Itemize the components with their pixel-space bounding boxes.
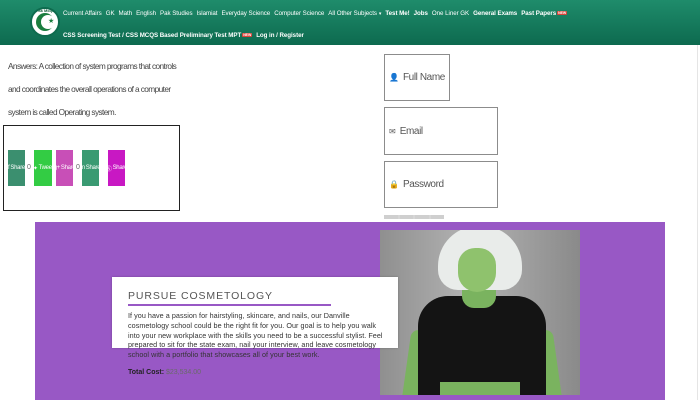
envelope-icon: ✉ xyxy=(389,126,396,136)
nav-link-current-affairs[interactable]: Current Affairs xyxy=(63,10,102,18)
nav-link-label: Log in / Register xyxy=(256,32,304,39)
share-button-label: Share xyxy=(112,165,128,171)
nav-link-label: Islamiat xyxy=(196,10,218,17)
answer-panel: Answers: A collection of system programs… xyxy=(3,48,181,123)
site-logo[interactable]: ★ Pak Mcqs xyxy=(30,7,60,37)
stumbleupon-icon: Ⓢ xyxy=(105,166,112,173)
form-submit-strip[interactable] xyxy=(384,215,444,219)
nav-link-label: Computer Science xyxy=(274,10,325,17)
share-button-facebook[interactable]: f Share xyxy=(8,150,25,186)
share-button-label: Share xyxy=(60,165,76,171)
nav-link-math[interactable]: Math xyxy=(119,10,133,18)
nav-link-label: Jobs xyxy=(413,10,428,17)
promo-model-image xyxy=(380,230,580,395)
email-field[interactable]: ✉ Email xyxy=(384,107,498,155)
nav-link-everyday-science[interactable]: Everyday Science xyxy=(221,10,270,18)
nav-link-all-other-subjects[interactable]: All Other Subjects ▾ xyxy=(328,10,381,18)
nav-link-computer-science[interactable]: Computer Science xyxy=(274,10,324,18)
nav-link-label: English xyxy=(136,10,157,17)
nav-link-label: General Exams xyxy=(473,10,518,17)
linkedin-icon: in xyxy=(80,165,85,171)
share-button-google-plus[interactable]: g+ Share xyxy=(53,150,76,186)
nav-link-css-screening-test-css-mcqs-based-preliminary-test-mpt[interactable]: CSS Screening Test / CSS MCQS Based Prel… xyxy=(63,32,253,40)
promo-title: PURSUE COSMETOLOGY xyxy=(128,290,273,302)
nav-link-label: Current Affairs xyxy=(63,10,102,17)
nav-link-label: All Other Subjects xyxy=(328,10,377,17)
nav-link-label: Past Papers xyxy=(521,10,557,17)
share-button-linkedin[interactable]: in Share xyxy=(80,150,101,186)
nav-link-label: One Liner GK xyxy=(431,10,470,17)
nav-link-gk[interactable]: GK xyxy=(106,10,115,18)
promo-body-text: If you have a passion for hairstyling, s… xyxy=(128,311,383,360)
nav-link-log-in-register[interactable]: Log in / Register xyxy=(256,32,304,40)
page-edge-divider xyxy=(697,45,698,400)
user-icon: 👤 xyxy=(389,73,399,82)
password-placeholder: Password xyxy=(402,179,444,190)
share-button-label: Share xyxy=(85,165,101,171)
nav-link-past-papers[interactable]: Past Papers NEW xyxy=(521,10,568,18)
logo-text: Pak Mcqs xyxy=(35,8,55,13)
share-button-stumbleupon[interactable]: Ⓢ Share xyxy=(105,150,128,186)
nav-link-english[interactable]: English xyxy=(136,10,156,18)
top-nav-bar: ★ Pak Mcqs Current Affairs GK Math English P… xyxy=(0,0,700,45)
nav-menu-secondary: CSS Screening Test / CSS MCQS Based Prel… xyxy=(63,32,308,40)
nav-link-pak-studies[interactable]: Pak Studies xyxy=(160,10,193,18)
answer-description: Answers: A collection of system programs… xyxy=(8,61,177,117)
promo-title-underline xyxy=(128,304,331,306)
nav-link-label: Pak Studies xyxy=(160,10,193,17)
promo-total-cost: Total Cost: $23,534.00 xyxy=(128,369,201,376)
facebook-icon: f xyxy=(8,165,10,171)
twitter-icon: ✦ xyxy=(32,165,38,172)
nav-link-label: Everyday Science xyxy=(221,10,271,17)
nav-link-label: Test Me! xyxy=(385,10,410,17)
password-field[interactable]: 🔒 Password xyxy=(384,161,498,208)
share-count: 0 xyxy=(76,164,80,171)
nav-link-islamiat[interactable]: Islamiat xyxy=(197,10,218,18)
full-name-placeholder: Full Name xyxy=(402,72,445,83)
lock-icon: 🔒 xyxy=(389,180,399,189)
email-placeholder: Email xyxy=(399,125,423,137)
share-button-twitter[interactable]: ✦ Tweet xyxy=(32,150,54,186)
nav-link-test-me[interactable]: Test Me! xyxy=(385,10,409,18)
nav-link-label: Math xyxy=(118,10,133,17)
nav-link-label: GK xyxy=(105,10,115,17)
google-plus-icon: g+ xyxy=(53,165,61,171)
share-button-label: Tweet xyxy=(38,165,54,171)
total-cost-label: Total Cost: xyxy=(128,369,165,376)
nav-link-one-liner-gk[interactable]: One Liner GK xyxy=(432,10,469,18)
total-cost-value: $23,534.00 xyxy=(166,369,202,376)
chevron-down-icon: ▾ xyxy=(378,11,382,17)
new-badge: NEW xyxy=(242,33,253,38)
nav-link-general-exams[interactable]: General Exams xyxy=(473,10,517,18)
nav-link-label: CSS Screening Test / CSS MCQS Based Prel… xyxy=(63,32,242,39)
share-widget: f Share ✦ Tweet g+ Share in Share Ⓢ Share 0 0 xyxy=(3,125,180,211)
nav-menu-primary: Current Affairs GK Math English Pak Studies I… xyxy=(63,10,571,18)
share-button-label: Share xyxy=(10,165,25,171)
nav-link-jobs[interactable]: Jobs xyxy=(414,10,428,18)
full-name-field[interactable]: 👤 Full Name xyxy=(384,54,450,101)
new-badge: NEW xyxy=(557,11,568,16)
share-count: 0 xyxy=(27,164,31,171)
